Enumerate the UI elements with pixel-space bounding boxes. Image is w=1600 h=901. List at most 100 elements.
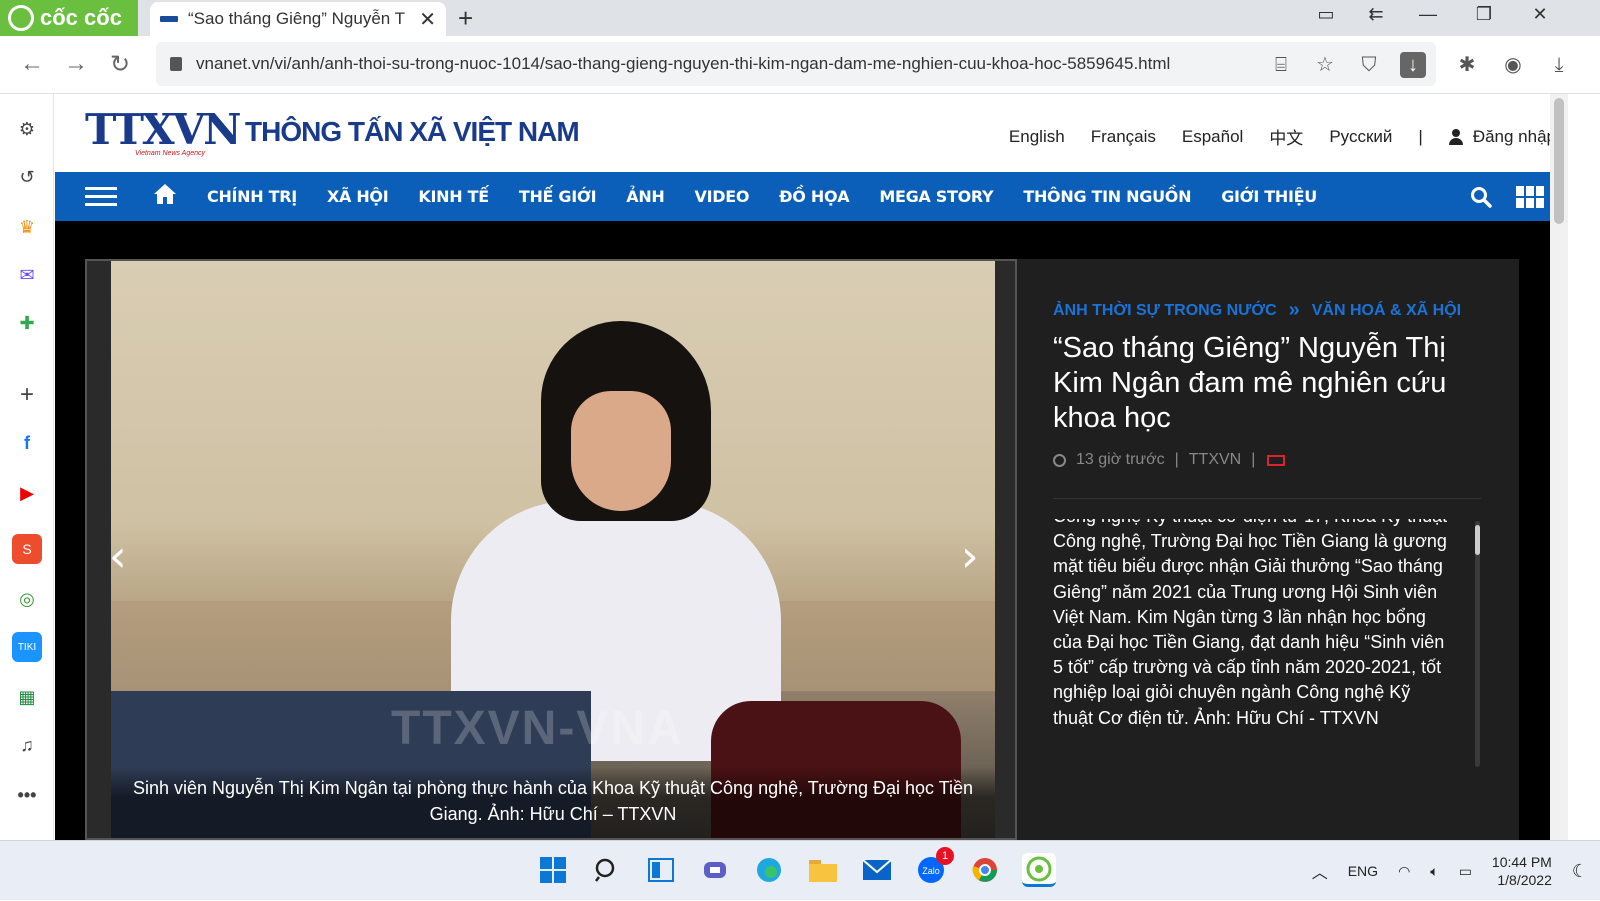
- clock-time: 10:44 PM: [1491, 854, 1552, 870]
- nav-video[interactable]: VIDEO: [695, 187, 750, 206]
- nav-xa-hoi[interactable]: XÃ HỘI: [327, 187, 389, 206]
- nav-chinh-tri[interactable]: CHÍNH TRỊ: [207, 187, 297, 206]
- messenger-icon[interactable]: ✉: [12, 260, 42, 290]
- chrome-icon[interactable]: [968, 853, 1002, 887]
- downloads-icon[interactable]: ⤓: [1546, 52, 1572, 78]
- profile-icon[interactable]: ◉: [1500, 52, 1526, 78]
- close-window-button[interactable]: ✕: [1520, 4, 1560, 25]
- site-logo[interactable]: TTXVN Vietnam News Agency: [85, 109, 242, 158]
- settings-icon[interactable]: ⚙: [12, 114, 42, 144]
- article-body-text: Công nghệ Kỹ thuật cơ điện tử 17, Khoa K…: [1053, 519, 1447, 728]
- lock-icon[interactable]: [170, 57, 182, 71]
- shopee-icon[interactable]: S: [12, 534, 42, 564]
- nav-gioi-thieu[interactable]: GIỚI THIỆU: [1221, 187, 1317, 206]
- zalo-icon[interactable]: Zalo 1: [914, 847, 954, 887]
- nav-do-hoa[interactable]: ĐỒ HỌA: [779, 187, 849, 206]
- savior-download-icon[interactable]: ↓: [1400, 52, 1426, 78]
- back-button[interactable]: ←: [16, 50, 48, 78]
- tiki-icon[interactable]: TIKI: [12, 632, 42, 662]
- prev-slide-icon[interactable]: ‹: [109, 531, 127, 582]
- tray-overflow-chevron-icon[interactable]: ︿: [1312, 859, 1328, 883]
- article-scroll-track[interactable]: [1475, 521, 1480, 767]
- edge-icon[interactable]: [752, 853, 786, 887]
- input-language[interactable]: ENG: [1348, 863, 1378, 879]
- nav-mega-story[interactable]: MEGA STORY: [879, 187, 993, 206]
- more-icon[interactable]: •••: [12, 780, 42, 810]
- forward-button[interactable]: →: [60, 50, 92, 78]
- page-scrollbar[interactable]: [1550, 94, 1568, 840]
- lang-spanish[interactable]: Español: [1182, 127, 1243, 147]
- web-page: TTXVN Vietnam News Agency THÔNG TẤN XÃ V…: [55, 94, 1568, 840]
- home-icon[interactable]: [153, 182, 177, 206]
- apps-grid-icon[interactable]: [1516, 186, 1544, 208]
- svg-text:Zalo: Zalo: [922, 866, 940, 876]
- tab-search-icon[interactable]: ⇇: [1356, 4, 1396, 25]
- story-photo: TTXVN-VNA: [111, 261, 995, 838]
- nav-the-gioi[interactable]: THẾ GIỚI: [519, 187, 597, 206]
- history-icon[interactable]: ↺: [12, 162, 42, 192]
- tab-close-icon[interactable]: ✕: [419, 7, 436, 32]
- teams-chat-icon[interactable]: [698, 853, 732, 887]
- nav-thong-tin-nguon[interactable]: THÔNG TIN NGUỒN: [1023, 187, 1191, 206]
- battery-icon[interactable]: ▭: [1459, 863, 1472, 880]
- coccoc-menu-button[interactable]: cốc cốc: [0, 0, 138, 36]
- hamburger-menu-icon[interactable]: [85, 187, 117, 207]
- breadcrumb-item-news-photos[interactable]: ẢNH THỜI SỰ TRONG NƯỚC: [1053, 302, 1277, 320]
- address-bar[interactable]: vnanet.vn/vi/anh/anh-thoi-su-trong-nuoc-…: [156, 42, 1436, 86]
- browser-tab-strip: cốc cốc “Sao tháng Giêng” Nguyễn T ✕ + ▭…: [0, 0, 1600, 36]
- coccoc-logo-icon: [8, 5, 34, 31]
- file-explorer-icon[interactable]: [806, 853, 840, 887]
- cart-icon[interactable]: [1265, 453, 1286, 467]
- article-meta: 13 giờ trước | TTXVN |: [1053, 451, 1286, 469]
- notifications-moon-icon[interactable]: ☾: [1572, 861, 1588, 882]
- extensions-icon[interactable]: ✱: [1454, 52, 1480, 78]
- clock-date: 1/8/2022: [1497, 872, 1552, 888]
- divider: [1053, 498, 1481, 499]
- next-slide-icon[interactable]: ›: [961, 531, 979, 582]
- breadcrumb-item-culture[interactable]: VĂN HOÁ & XÃ HỘI: [1312, 302, 1461, 320]
- youtube-icon[interactable]: ▶: [12, 478, 42, 508]
- site-name[interactable]: THÔNG TẤN XÃ VIỆT NAM: [245, 116, 580, 148]
- crown-icon[interactable]: ♛: [12, 212, 42, 242]
- search-taskbar-icon[interactable]: [590, 853, 624, 887]
- browser-brand: cốc cốc: [40, 5, 122, 30]
- article-time: 13 giờ trước: [1076, 451, 1165, 468]
- plus-icon[interactable]: +: [12, 380, 42, 410]
- bookmark-star-icon[interactable]: ☆: [1312, 52, 1338, 78]
- lang-french[interactable]: Français: [1091, 127, 1156, 147]
- system-tray: ︿ ENG ◠ 🔈︎ ▭ 10:44 PM 1/8/2022 ☾: [1312, 841, 1588, 901]
- bell-icon[interactable]: ♫: [12, 730, 42, 760]
- page-scroll-thumb[interactable]: [1554, 98, 1564, 224]
- restore-button[interactable]: ❐: [1464, 4, 1504, 25]
- article-scroll-thumb[interactable]: [1475, 525, 1480, 555]
- browser-toolbar: ← → ↻ vnanet.vn/vi/anh/anh-thoi-su-trong…: [0, 36, 1600, 94]
- chrome-style-icon[interactable]: ◎: [12, 584, 42, 614]
- minimize-button[interactable]: —: [1408, 4, 1448, 25]
- reload-button[interactable]: ↻: [104, 50, 136, 79]
- facebook-icon[interactable]: f: [12, 428, 42, 458]
- wifi-icon[interactable]: ◠: [1398, 863, 1410, 880]
- lang-russian[interactable]: Русский: [1329, 127, 1392, 147]
- article-body[interactable]: Công nghệ Kỹ thuật cơ điện tử 17, Khoa K…: [1053, 519, 1453, 769]
- coccoc-taskbar-icon[interactable]: [1022, 853, 1056, 887]
- clock[interactable]: 10:44 PM 1/8/2022: [1492, 853, 1552, 889]
- nav-anh[interactable]: ẢNH: [626, 187, 665, 206]
- new-tab-button[interactable]: +: [458, 3, 473, 34]
- gamepad-icon[interactable]: ✚: [12, 308, 42, 338]
- search-icon[interactable]: [1470, 186, 1492, 208]
- task-view-icon[interactable]: [644, 853, 678, 887]
- lang-chinese[interactable]: 中文: [1269, 124, 1303, 149]
- lang-english[interactable]: English: [1009, 127, 1065, 147]
- windows-logo-icon: [540, 857, 566, 883]
- mail-icon[interactable]: [860, 853, 894, 887]
- volume-icon[interactable]: 🔈︎: [1430, 863, 1438, 880]
- sheets-icon[interactable]: ▦: [12, 682, 42, 712]
- login-link[interactable]: Đăng nhập: [1448, 127, 1556, 147]
- language-bar: English Français Español 中文 Русский | Đă…: [1009, 124, 1556, 149]
- translate-icon[interactable]: ⌸: [1268, 52, 1294, 78]
- nav-kinh-te[interactable]: KINH TẾ: [418, 187, 489, 206]
- adblock-shield-icon[interactable]: ⛉: [1356, 52, 1382, 78]
- active-tab[interactable]: “Sao tháng Giêng” Nguyễn T ✕: [150, 2, 446, 36]
- start-button[interactable]: [536, 853, 570, 887]
- reader-mode-icon[interactable]: ▭: [1306, 4, 1346, 25]
